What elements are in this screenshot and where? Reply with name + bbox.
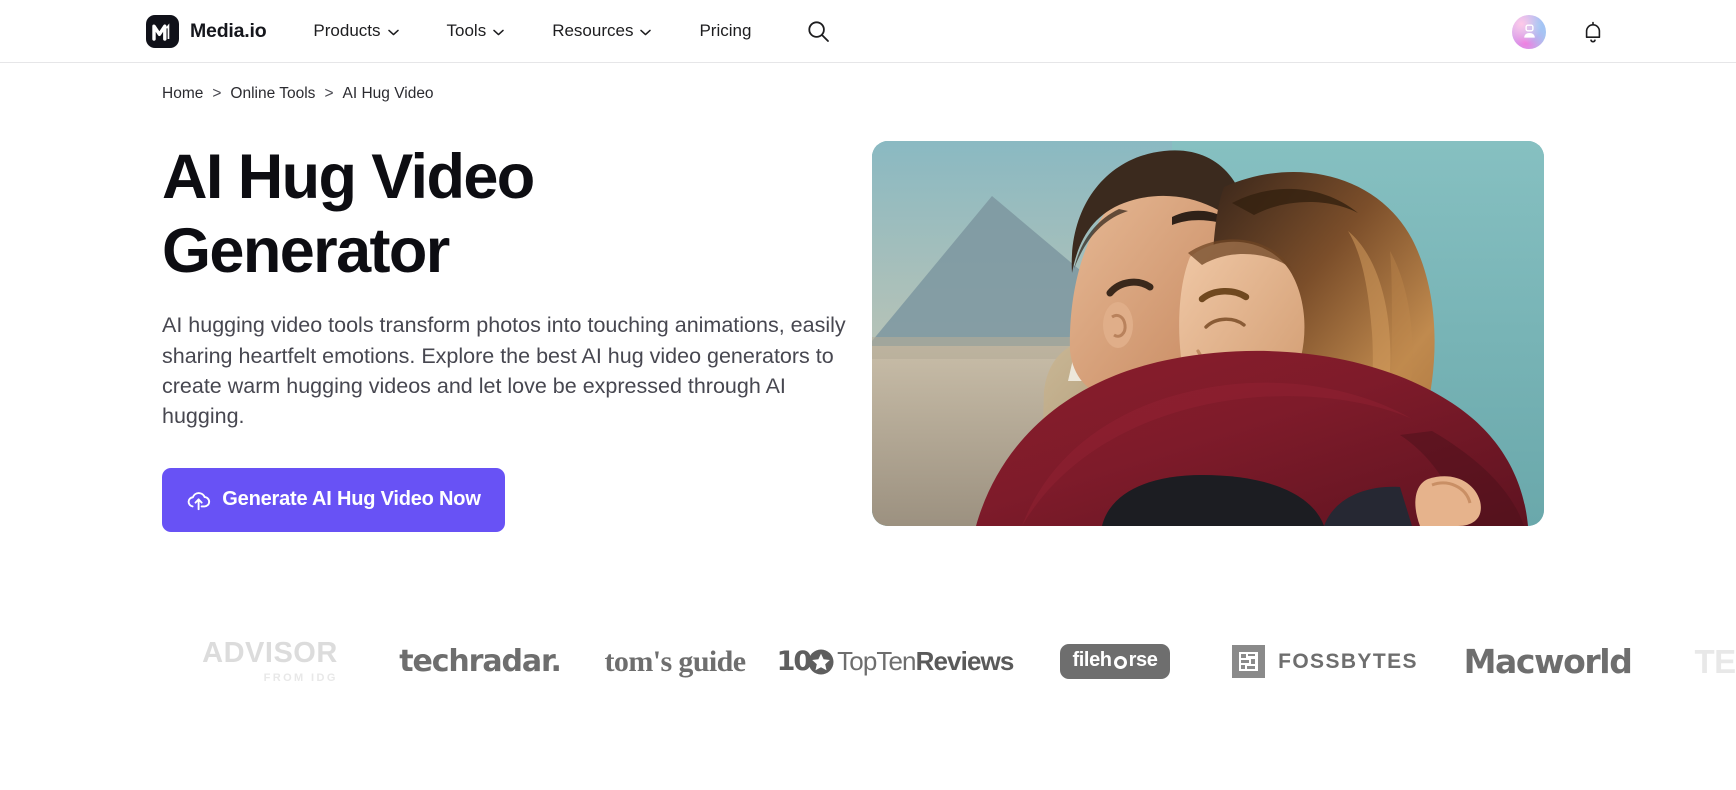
search-button[interactable]	[801, 14, 835, 48]
search-icon	[808, 20, 829, 42]
hero-description: AI hugging video tools transform photos …	[162, 313, 846, 429]
page-content: Home > Online Tools > AI Hug Video AI Hu…	[0, 85, 1736, 694]
press-logo-techradar: techradar.	[380, 630, 580, 694]
fossbytes-mark-icon	[1232, 645, 1266, 679]
cta-label: Generate AI Hug Video Now	[222, 488, 481, 511]
press-logo-filehorse: fileh rse	[1020, 630, 1210, 694]
press-logo-macworld: Macworld	[1440, 630, 1655, 694]
hero-media-column	[872, 141, 1736, 526]
press-logo-tech-cutoff-label: TE	[1694, 642, 1736, 680]
press-logo-toptenreviews-reviews: Reviews	[915, 646, 1015, 677]
user-avatar-icon	[1523, 24, 1535, 38]
media-io-logo-icon	[146, 14, 179, 48]
press-logo-fossbytes-label: FOSSBYTES	[1278, 649, 1418, 673]
nav-item-products[interactable]: Products	[313, 21, 422, 41]
bell-icon	[1585, 21, 1601, 42]
press-logo-toptenreviews: 10 TopTenReviews	[770, 630, 1020, 694]
nav-label-pricing: Pricing	[699, 21, 752, 40]
breadcrumb-separator: >	[212, 85, 222, 102]
press-logo-toms-guide-label: tom's guide	[604, 644, 747, 678]
nav-label-tools: Tools	[446, 21, 487, 40]
nav-item-tools[interactable]: Tools	[423, 21, 529, 41]
nav-label-resources: Resources	[552, 21, 634, 40]
header-actions	[1512, 0, 1606, 63]
press-logo-filehorse-primary: fileh	[1072, 649, 1113, 672]
breadcrumb-separator: >	[324, 85, 334, 102]
main-navigation: Products Tools Resources Pricing	[313, 14, 835, 48]
brand-name: Media.io	[190, 19, 267, 42]
breadcrumb-item-home[interactable]: Home	[162, 85, 203, 103]
page-title: AI Hug Video Generator	[162, 142, 535, 286]
generate-ai-hug-video-button[interactable]: Generate AI Hug Video Now	[162, 467, 505, 532]
press-logo-filehorse-secondary: rse	[1128, 649, 1158, 672]
user-avatar[interactable]	[1512, 14, 1546, 49]
site-header: Media.io Products Tools Resources Pricin…	[0, 0, 1736, 63]
press-logo-techradar-label: techradar.	[399, 644, 562, 680]
hero-image	[872, 141, 1544, 526]
press-logo-fossbytes: FOSSBYTES	[1210, 630, 1440, 694]
brand-logo-link[interactable]: Media.io	[146, 14, 267, 48]
cloud-upload-icon	[187, 491, 211, 510]
filehorse-o-glyph	[1113, 656, 1127, 670]
hero-section: AI Hug Video Generator AI hugging video …	[162, 141, 1736, 532]
press-logos-strip: ADVISOR FROM IDG techradar. tom's guide …	[160, 630, 1736, 694]
press-logo-advisor-secondary: FROM IDG	[263, 672, 338, 685]
notifications-button[interactable]	[1580, 18, 1606, 46]
nav-item-pricing[interactable]: Pricing	[675, 21, 775, 41]
press-logo-advisor-primary: ADVISOR	[202, 637, 338, 670]
press-logo-toptenreviews-topten: TopTen	[837, 646, 916, 677]
breadcrumb-item-online-tools[interactable]: Online Tools	[230, 85, 315, 103]
press-logo-toptenreviews-ten: 10	[776, 646, 813, 678]
chevron-down-icon	[387, 29, 399, 35]
nav-item-resources[interactable]: Resources	[528, 21, 675, 41]
nav-label-products: Products	[313, 21, 381, 40]
press-logo-toms-guide: tom's guide	[580, 630, 770, 694]
press-logo-advisor: ADVISOR FROM IDG	[160, 630, 380, 694]
press-logo-tech-cutoff: TE	[1655, 630, 1736, 694]
press-logo-macworld-label: Macworld	[1463, 642, 1633, 682]
breadcrumb: Home > Online Tools > AI Hug Video	[162, 85, 1736, 103]
chevron-down-icon	[493, 29, 504, 35]
breadcrumb-item-current: AI Hug Video	[342, 85, 434, 102]
hero-text-column: AI Hug Video Generator AI hugging video …	[162, 141, 862, 532]
chevron-down-icon	[640, 29, 652, 35]
star-icon	[808, 649, 834, 675]
